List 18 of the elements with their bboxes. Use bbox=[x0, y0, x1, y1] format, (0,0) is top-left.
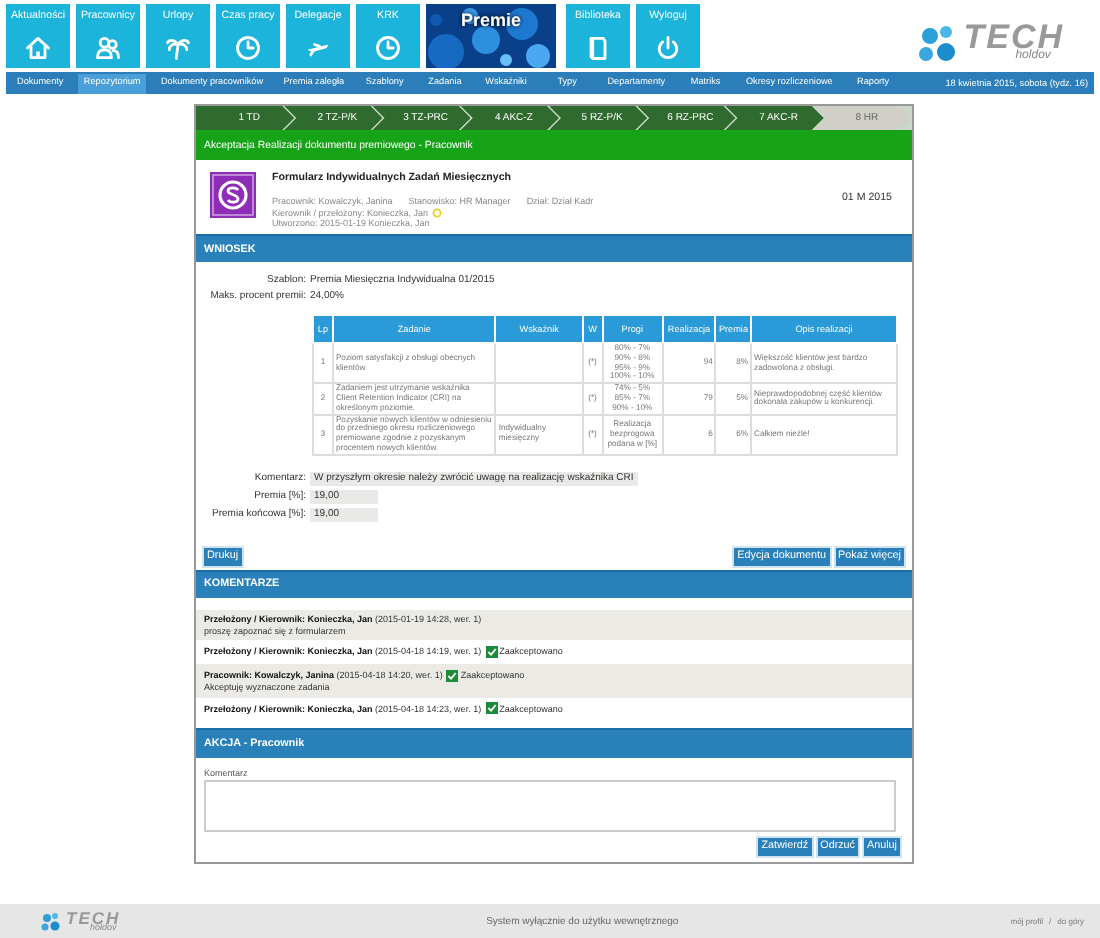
clock-icon bbox=[234, 34, 262, 62]
check-icon bbox=[485, 702, 498, 715]
house-icon bbox=[24, 34, 52, 62]
sun-icon bbox=[432, 207, 443, 218]
clock-icon bbox=[374, 34, 402, 62]
logo-text: TECH bbox=[963, 24, 1064, 50]
logo-text: TECH bbox=[66, 911, 121, 924]
comment-field[interactable] bbox=[204, 779, 896, 832]
book-icon bbox=[584, 34, 612, 62]
dollar-icon bbox=[210, 172, 256, 218]
people-icon bbox=[94, 34, 122, 62]
logo-icon bbox=[915, 24, 960, 64]
check-icon bbox=[485, 645, 498, 658]
palm-tree-icon bbox=[164, 34, 192, 62]
power-icon bbox=[654, 34, 682, 62]
nav-tile[interactable]: Premie bbox=[426, 4, 556, 68]
logo-icon bbox=[40, 911, 62, 931]
check-icon bbox=[446, 669, 459, 682]
